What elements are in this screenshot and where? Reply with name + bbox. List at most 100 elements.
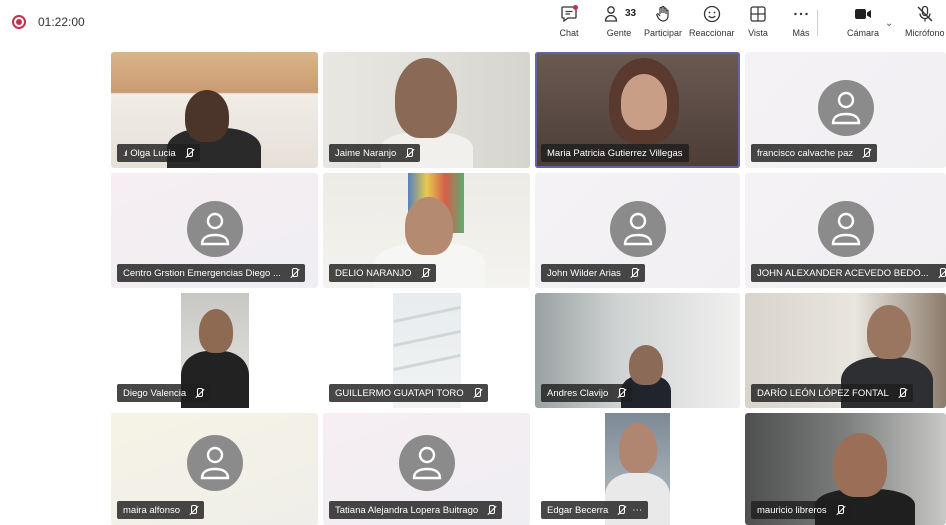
- participant-label: DARÍO LEÓN LÓPEZ FONTAL: [751, 384, 913, 402]
- more-options-icon[interactable]: ⋯: [632, 505, 642, 516]
- default-avatar-icon: [817, 200, 874, 257]
- recording-indicator-icon: [12, 15, 26, 29]
- participant-tile[interactable]: francisco calvache paz: [745, 52, 946, 168]
- camera-button[interactable]: Cámara: [847, 4, 879, 44]
- window-blind: [393, 305, 461, 324]
- participant-name: Tatiana Alejandra Lopera Buitrago: [335, 504, 479, 516]
- mic-muted-icon: [289, 267, 299, 279]
- mic-muted-icon: [937, 267, 946, 279]
- participant-tile[interactable]: Tatiana Alejandra Lopera Buitrago: [323, 413, 530, 525]
- mic-muted-icon: [184, 147, 194, 159]
- participant-face: [185, 90, 229, 142]
- participant-label: DELIO NARANJO: [329, 264, 436, 282]
- participant-tile[interactable]: Diego Valencia: [111, 293, 318, 408]
- react-button[interactable]: Reaccionar: [689, 4, 735, 44]
- microphone-label: Micrófono: [905, 28, 945, 38]
- mic-muted-icon: [897, 387, 907, 399]
- chat-button[interactable]: Chat: [559, 4, 579, 44]
- participant-label: Edgar Becerra ⋯: [541, 501, 649, 519]
- participant-label: .ıl Olga Lucia: [117, 144, 200, 162]
- mic-muted-icon: [420, 267, 430, 279]
- participant-label: francisco calvache paz: [751, 144, 878, 162]
- mic-muted-icon: [404, 147, 414, 159]
- raise-hand-label: Participar: [644, 28, 683, 38]
- participant-name: JOHN ALEXANDER ACEVEDO BEDO...: [757, 267, 929, 279]
- participant-name: Jaime Naranjo: [335, 147, 397, 159]
- participant-tile[interactable]: Andres Clavijo: [535, 293, 740, 408]
- participant-name: Centro Grstion Emergencias Diego ...: [123, 267, 281, 279]
- mic-muted-icon: [861, 147, 871, 159]
- raise-hand-button[interactable]: Participar: [644, 4, 682, 44]
- participant-tile[interactable]: Jaime Naranjo: [323, 52, 530, 168]
- grid-view-icon: [750, 6, 766, 22]
- mic-muted-icon: [486, 504, 496, 516]
- more-button[interactable]: Más: [791, 4, 811, 44]
- hand-icon: [656, 5, 669, 22]
- chat-notification-dot: [573, 5, 578, 10]
- participant-face: [621, 74, 667, 130]
- participant-label: maira alfonso: [117, 501, 205, 519]
- participant-name: DELIO NARANJO: [335, 267, 412, 279]
- window-blind: [393, 353, 461, 372]
- participant-name: Olga Lucia: [130, 147, 176, 159]
- participant-name: maira alfonso: [123, 504, 181, 516]
- participant-tile-active[interactable]: Maria Patricia Gutierrez Villegas: [535, 52, 740, 168]
- participant-tile[interactable]: GUILLERMO GUATAPI TORO: [323, 293, 530, 408]
- participant-tile[interactable]: JOHN ALEXANDER ACEVEDO BEDO...: [745, 173, 946, 288]
- view-label: Vista: [748, 28, 768, 38]
- participant-label: John Wilder Arias: [541, 264, 645, 282]
- react-label: Reaccionar: [689, 28, 735, 38]
- default-avatar-icon: [186, 200, 243, 257]
- camera-options-chevron-icon[interactable]: ⌄: [885, 18, 893, 29]
- chat-label: Chat: [559, 28, 579, 38]
- mic-muted-icon: [835, 504, 845, 516]
- view-button[interactable]: Vista: [748, 4, 768, 44]
- participant-tile[interactable]: maira alfonso: [111, 413, 318, 525]
- participant-face: [199, 309, 233, 353]
- participant-label: mauricio libreros: [751, 501, 851, 519]
- participant-face: [833, 433, 887, 497]
- participant-tile[interactable]: DARÍO LEÓN LÓPEZ FONTAL: [745, 293, 946, 408]
- participant-tile[interactable]: John Wilder Arias: [535, 173, 740, 288]
- smiley-icon: [703, 5, 720, 23]
- participant-label: JOHN ALEXANDER ACEVEDO BEDO...: [751, 264, 946, 282]
- window-blind: [393, 329, 461, 348]
- participant-label: Maria Patricia Gutierrez Villegas: [541, 144, 689, 162]
- participant-face: [405, 197, 453, 255]
- participant-name: Edgar Becerra: [547, 504, 609, 516]
- participant-face: [629, 345, 663, 385]
- people-count: 33: [625, 8, 637, 19]
- participant-tile[interactable]: .ıl Olga Lucia: [111, 52, 318, 168]
- participant-tile[interactable]: Centro Grstion Emergencias Diego ...: [111, 173, 318, 288]
- participant-tile[interactable]: mauricio libreros: [745, 413, 946, 525]
- participant-tile[interactable]: DELIO NARANJO: [323, 173, 530, 288]
- participant-label: Diego Valencia: [117, 384, 211, 402]
- mic-muted-icon: [616, 504, 626, 516]
- camera-label: Cámara: [847, 28, 880, 38]
- microphone-muted-icon: [917, 5, 933, 22]
- meeting-toolbar: 01:22:00 Chat 33 Gente Participar Reacci…: [0, 0, 946, 46]
- default-avatar-icon: [398, 435, 455, 491]
- participant-name: mauricio libreros: [757, 504, 827, 516]
- mic-muted-icon: [629, 267, 639, 279]
- participant-name: Andres Clavijo: [547, 387, 609, 399]
- toolbar-divider: [817, 10, 818, 36]
- microphone-button[interactable]: Micrófono: [905, 4, 945, 44]
- default-avatar-icon: [186, 435, 243, 491]
- participant-face: [867, 305, 911, 359]
- participant-name: DARÍO LEÓN LÓPEZ FONTAL: [757, 387, 889, 399]
- participant-face: [619, 423, 657, 473]
- participant-label: Andres Clavijo: [541, 384, 633, 402]
- people-button[interactable]: 33 Gente: [602, 4, 636, 44]
- mic-muted-icon: [616, 387, 626, 399]
- participant-tile[interactable]: Edgar Becerra ⋯: [535, 413, 740, 525]
- mic-muted-icon: [472, 387, 482, 399]
- participant-name: Maria Patricia Gutierrez Villegas: [547, 147, 683, 159]
- participant-name: John Wilder Arias: [547, 267, 621, 279]
- meeting-timer: 01:22:00: [38, 15, 85, 29]
- default-avatar-icon: [609, 200, 666, 257]
- speaking-signal-icon: .ıl: [123, 148, 127, 158]
- participant-name: Diego Valencia: [123, 387, 187, 399]
- mic-muted-icon: [188, 504, 198, 516]
- participant-label: Centro Grstion Emergencias Diego ...: [117, 264, 305, 282]
